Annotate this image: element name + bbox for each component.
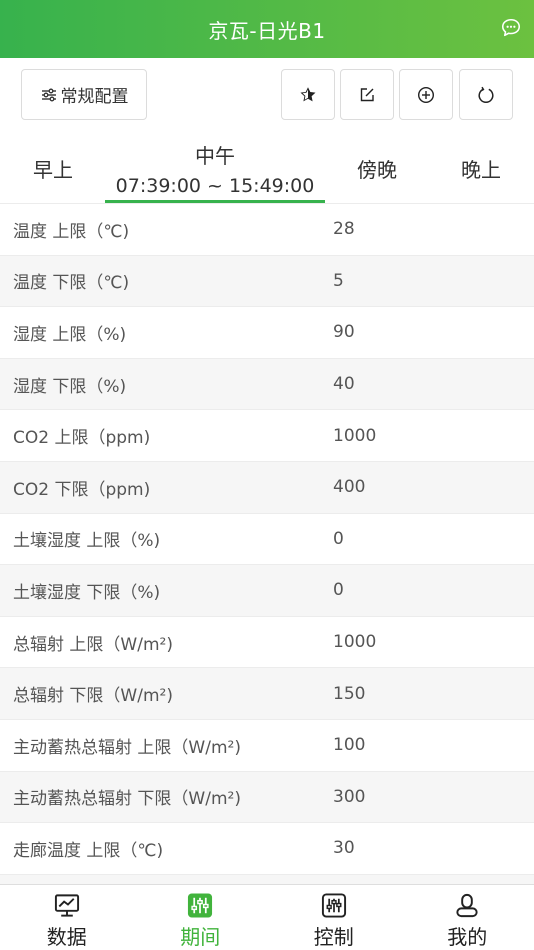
chat-bubble-icon[interactable] bbox=[500, 17, 522, 39]
favorite-button[interactable] bbox=[281, 69, 335, 120]
row-label: CO2 上限（ppm) bbox=[13, 428, 151, 449]
row-label: 总辐射 上限（W/m²) bbox=[13, 634, 173, 655]
list-item[interactable]: 总辐射 下限（W/m²) 150 bbox=[0, 668, 534, 720]
row-value: 400 bbox=[333, 477, 366, 498]
tab-evening[interactable]: 傍晚 bbox=[340, 132, 414, 204]
list-item[interactable]: 湿度 下限（%) 40 bbox=[0, 358, 534, 411]
row-value: 0 bbox=[333, 528, 344, 549]
row-value: 100 bbox=[333, 735, 366, 756]
tab-morning[interactable]: 早上 bbox=[16, 132, 90, 204]
row-label: 土壤湿度 下限（%) bbox=[13, 582, 161, 603]
period-tabs: 早上 中午 07:39:00 ~ 15:49:00 傍晚 晚上 bbox=[0, 132, 534, 204]
nav-label: 期间 bbox=[180, 925, 221, 949]
bottom-nav: 数据 期间 控制 我的 bbox=[0, 884, 534, 950]
star-icon bbox=[300, 86, 316, 101]
list-item[interactable]: 主动蓄热总辐射 下限（W/m²) 300 bbox=[0, 771, 534, 824]
row-label: 湿度 下限（%) bbox=[13, 376, 127, 397]
list-item[interactable]: 土壤湿度 上限（%) 0 bbox=[0, 514, 534, 566]
row-label: 土壤湿度 上限（%) bbox=[13, 531, 161, 552]
nav-item-data[interactable]: 数据 bbox=[0, 885, 134, 950]
row-value: 1000 bbox=[333, 632, 377, 653]
monitor-chart-icon bbox=[54, 894, 79, 917]
app-header: 京瓦-日光B1 bbox=[0, 0, 534, 58]
plus-circle-icon bbox=[417, 86, 435, 103]
list-item[interactable]: 总辐射 上限（W/m²) 1000 bbox=[0, 617, 534, 669]
row-value: 0 bbox=[333, 580, 344, 601]
list-item[interactable]: 主动蓄热总辐射 上限（W/m²) 100 bbox=[0, 720, 534, 772]
row-label: CO2 下限（ppm) bbox=[13, 479, 151, 500]
toolbar: 常规配置 bbox=[0, 58, 534, 132]
control-panel-icon bbox=[321, 893, 346, 918]
tab-label: 中午 bbox=[195, 143, 235, 168]
general-config-button[interactable]: 常规配置 bbox=[21, 69, 147, 120]
nav-item-mine[interactable]: 我的 bbox=[401, 885, 534, 950]
tab-label: 傍晚 bbox=[357, 157, 397, 182]
nav-item-control[interactable]: 控制 bbox=[267, 885, 401, 950]
row-label: 主动蓄热总辐射 下限（W/m²) bbox=[13, 789, 241, 810]
row-value: 300 bbox=[333, 786, 366, 807]
tab-noon[interactable]: 中午 07:39:00 ~ 15:49:00 bbox=[105, 132, 325, 204]
list-item[interactable]: CO2 下限（ppm) 400 bbox=[0, 461, 534, 514]
row-label: 主动蓄热总辐射 上限（W/m²) bbox=[13, 737, 241, 758]
nav-item-period[interactable]: 期间 bbox=[134, 885, 268, 950]
equalizer-icon bbox=[188, 893, 213, 918]
tab-night[interactable]: 晚上 bbox=[444, 132, 518, 204]
row-value: 28 bbox=[333, 219, 355, 240]
list-item[interactable] bbox=[0, 874, 534, 884]
row-label: 温度 下限（℃) bbox=[13, 273, 130, 294]
general-config-label: 常规配置 bbox=[60, 87, 129, 107]
list-item[interactable]: 土壤湿度 下限（%) 0 bbox=[0, 565, 534, 617]
row-value: 1000 bbox=[333, 425, 377, 446]
user-icon bbox=[456, 894, 478, 918]
list-item[interactable]: CO2 上限（ppm) 1000 bbox=[0, 410, 534, 462]
add-button[interactable] bbox=[399, 69, 453, 120]
threshold-list: 温度 上限（℃) 28 温度 下限（℃) 5 湿度 上限（%) 90 湿度 下限（%)… bbox=[0, 203, 534, 884]
row-value: 40 bbox=[333, 374, 355, 395]
list-item[interactable]: 湿度 上限（%) 90 bbox=[0, 307, 534, 359]
row-value: 150 bbox=[333, 683, 366, 704]
row-label: 走廊温度 上限（℃) bbox=[13, 840, 164, 861]
page-title: 京瓦-日光B1 bbox=[208, 18, 326, 43]
list-item[interactable]: 温度 下限（℃) 5 bbox=[0, 255, 534, 308]
nav-label: 我的 bbox=[447, 925, 488, 949]
list-item[interactable]: 温度 上限（℃) 28 bbox=[0, 204, 534, 256]
row-label: 温度 上限（℃) bbox=[13, 221, 130, 242]
row-label: 湿度 上限（%) bbox=[13, 324, 127, 345]
refresh-button[interactable] bbox=[459, 69, 513, 120]
row-value: 30 bbox=[333, 838, 355, 859]
edit-icon bbox=[360, 87, 374, 101]
tab-label: 晚上 bbox=[461, 157, 501, 182]
row-value: 5 bbox=[333, 270, 344, 291]
edit-button[interactable] bbox=[340, 69, 394, 120]
nav-label: 控制 bbox=[313, 925, 354, 949]
list-item[interactable]: 走廊温度 上限（℃) 30 bbox=[0, 823, 534, 875]
nav-label: 数据 bbox=[46, 925, 87, 949]
row-label: 总辐射 下限（W/m²) bbox=[13, 686, 173, 707]
refresh-icon bbox=[478, 86, 494, 103]
row-value: 90 bbox=[333, 322, 355, 343]
tab-label: 早上 bbox=[33, 157, 73, 182]
tab-time-range: 07:39:00 ~ 15:49:00 bbox=[115, 174, 315, 197]
sliders-icon bbox=[41, 88, 56, 101]
